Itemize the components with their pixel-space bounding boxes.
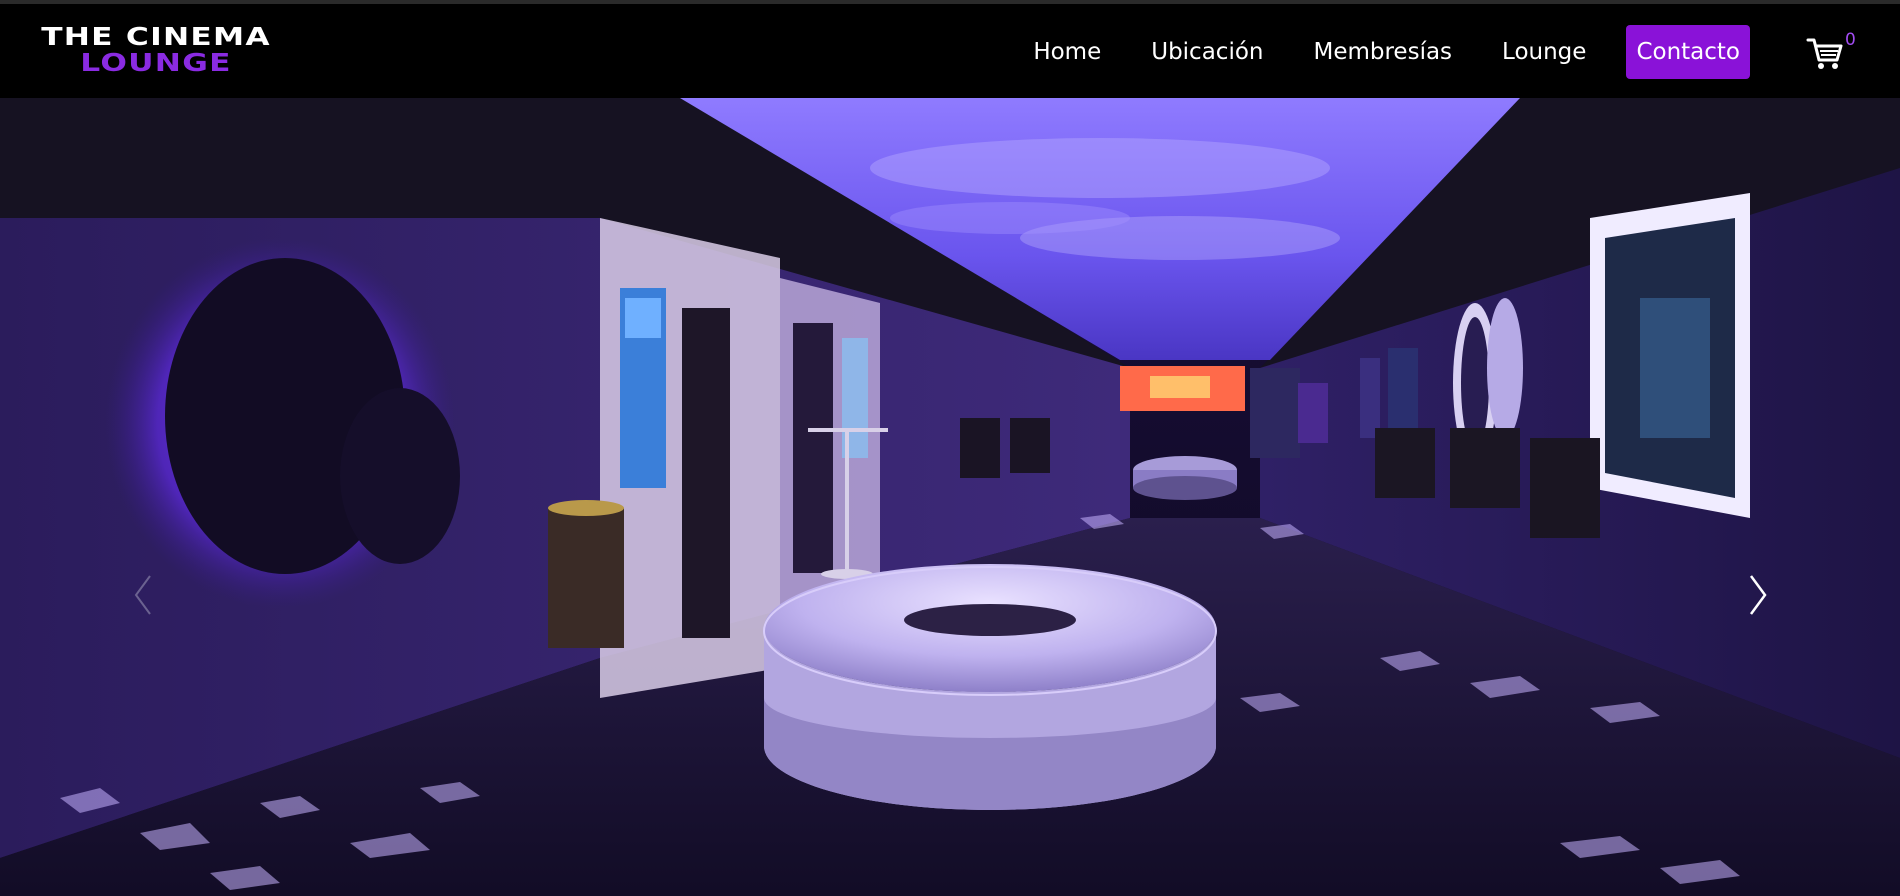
logo-line-2: LOUNGE [80,48,232,77]
nav-ubicacion[interactable]: Ubicación [1151,39,1263,65]
hero-image-lounge-hallway [0,98,1900,896]
carousel-prev-button[interactable] [128,568,158,622]
main-nav: Home Ubicación Membresías Lounge Contact… [1033,24,1750,80]
nav-lounge[interactable]: Lounge [1502,39,1586,65]
shopping-cart-icon[interactable] [1805,34,1845,74]
chevron-left-icon [134,575,151,615]
chevron-right-icon [1749,575,1767,615]
contacto-button[interactable]: Contacto [1626,25,1750,79]
carousel-next-button[interactable] [1743,568,1773,622]
nav-home[interactable]: Home [1033,39,1101,65]
site-logo[interactable]: THE CINEMA LOUNGE [36,24,276,82]
logo-line-1: THE CINEMA [41,22,271,51]
nav-membresias[interactable]: Membresías [1313,39,1452,65]
site-header: THE CINEMA LOUNGE Home Ubicación Membres… [0,4,1900,98]
hero-carousel[interactable] [0,98,1900,896]
cart-count-badge: 0 [1845,30,1856,50]
